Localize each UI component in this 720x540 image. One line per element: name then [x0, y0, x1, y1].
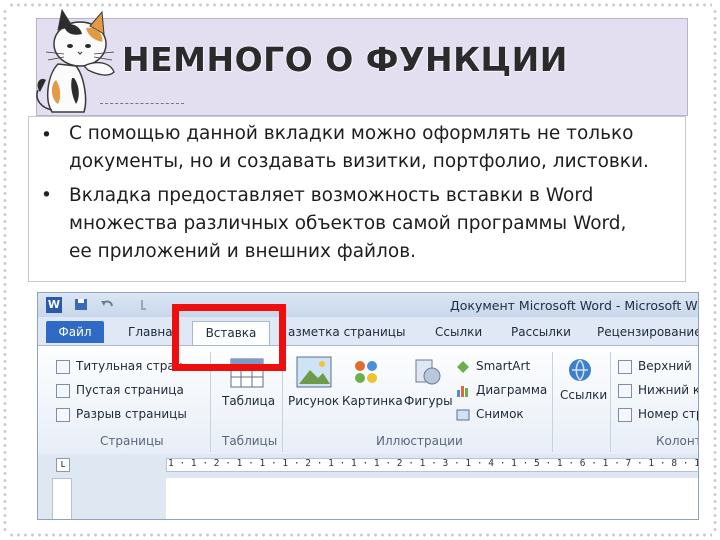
- blank-page-button[interactable]: Пустая страница: [76, 383, 184, 397]
- undo-icon[interactable]: [100, 298, 114, 311]
- ribbon-panel: Титульная стран Пустая страница Разрыв с…: [38, 345, 698, 455]
- ribbon-tabs: Файл Главна Вставка азметка страницы Ссы…: [38, 317, 698, 346]
- page-break-icon: [56, 408, 70, 422]
- page-number-icon: [618, 408, 632, 422]
- page-break-button[interactable]: Разрыв страницы: [76, 407, 187, 421]
- clipart-icon: [355, 361, 377, 383]
- tab-selector-button[interactable]: L: [56, 458, 70, 472]
- picture-button[interactable]: Рисунок: [288, 394, 339, 408]
- hyperlink-icon: [569, 359, 591, 382]
- bullet-2-line-1: Вкладка предоставляет возможность вставк…: [69, 185, 594, 206]
- links-button[interactable]: Ссылки: [560, 388, 607, 402]
- bullet-marker: •: [41, 185, 52, 206]
- redo-icon[interactable]: [136, 298, 150, 311]
- header-icon: [618, 360, 632, 374]
- group-label-illustrations: Иллюстрации: [376, 434, 463, 448]
- shapes-icon: [415, 359, 441, 385]
- cover-page-button[interactable]: Титульная стран: [76, 359, 183, 373]
- blank-page-icon: [56, 384, 70, 398]
- bullet-1-line-2: документы, но и создавать визитки, портф…: [69, 151, 649, 172]
- horizontal-ruler: L 1 · 1 · 2 · 1 · 1 · 1 · 2 · 1 · 1 · 1 …: [38, 454, 698, 474]
- footer-icon: [618, 384, 632, 398]
- cover-page-icon: [56, 360, 70, 374]
- clipart-button[interactable]: Картинка: [342, 394, 403, 408]
- document-page[interactable]: [166, 478, 698, 519]
- screenshot-icon: [456, 409, 470, 421]
- slide-title: НЕМНОГО О ФУНКЦИИ: [122, 40, 568, 79]
- table-button[interactable]: Таблица: [222, 394, 275, 408]
- tab-references[interactable]: Ссылки: [435, 325, 482, 339]
- tab-mailings[interactable]: Рассылки: [511, 325, 571, 339]
- bullet-2-line-3: ее приложений и внешних файлов.: [69, 241, 416, 262]
- smartart-icon: [457, 361, 469, 373]
- group-label-tables: Таблицы: [222, 434, 278, 448]
- tab-page-layout[interactable]: азметка страницы: [288, 325, 405, 339]
- bullet-1-line-1: С помощью данной вкладки можно оформлять…: [69, 123, 634, 144]
- insert-tab-highlight: [172, 304, 286, 371]
- window-title: Документ Microsoft Word - Microsoft W: [450, 298, 698, 313]
- word-app-icon[interactable]: W: [46, 297, 62, 313]
- content-box: • С помощью данной вкладки можно оформля…: [28, 116, 686, 282]
- smartart-button[interactable]: SmartArt: [476, 359, 530, 373]
- group-separator: [610, 352, 611, 452]
- chart-icon: [457, 386, 468, 397]
- bullet-marker: •: [41, 125, 52, 146]
- group-label-header-footer: Колонт: [656, 434, 699, 448]
- screenshot-button[interactable]: Снимок: [476, 407, 524, 421]
- tab-file[interactable]: Файл: [46, 321, 104, 343]
- shapes-button[interactable]: Фигуры: [404, 394, 453, 408]
- vertical-ruler: [52, 478, 72, 519]
- group-label-pages: Страницы: [100, 434, 164, 448]
- ruler-numbers: 1 · 1 · 2 · 1 · 1 · 1 · 2 · 1 · 1 · 1 · …: [168, 458, 698, 469]
- cat-illustration: [36, 8, 115, 113]
- tab-review[interactable]: Рецензирование: [597, 325, 698, 339]
- word-screenshot: W Документ Microsoft Word - Microsoft W …: [37, 292, 699, 520]
- save-icon[interactable]: [74, 298, 88, 311]
- chart-button[interactable]: Диаграмма: [476, 383, 547, 397]
- word-title-bar: W Документ Microsoft Word - Microsoft W: [38, 293, 698, 317]
- group-separator: [552, 352, 553, 452]
- page-number-button[interactable]: Номер стр: [638, 407, 698, 421]
- header-button[interactable]: Верхний: [638, 359, 692, 373]
- picture-icon: [296, 356, 332, 388]
- footer-button[interactable]: Нижний к: [638, 383, 698, 397]
- bullet-2-line-2: множества различных объектов самой прогр…: [69, 213, 627, 234]
- tab-home[interactable]: Главна: [128, 325, 173, 339]
